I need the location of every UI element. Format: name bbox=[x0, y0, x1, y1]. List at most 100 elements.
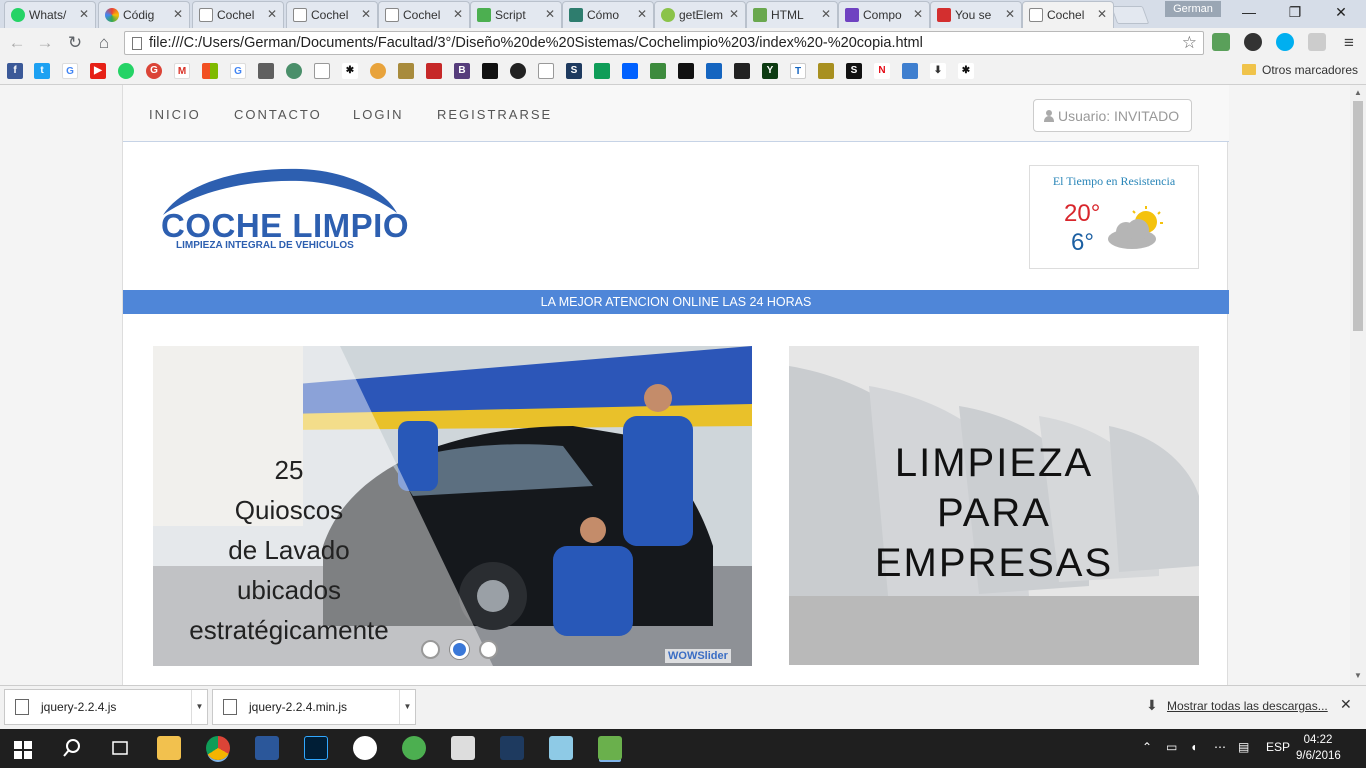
calculator-icon[interactable] bbox=[451, 736, 475, 760]
bookmark-icon[interactable] bbox=[370, 63, 386, 79]
extension-icon[interactable] bbox=[1308, 33, 1326, 51]
chrome-icon[interactable] bbox=[206, 736, 230, 760]
new-tab-button[interactable] bbox=[1110, 6, 1150, 24]
address-bar[interactable]: file:///C:/Users/German/Documents/Facult… bbox=[124, 31, 1204, 55]
network-icon[interactable]: ⋯ bbox=[1214, 740, 1226, 754]
forward-icon[interactable]: → bbox=[34, 33, 56, 53]
close-tab-icon[interactable]: ✕ bbox=[545, 7, 555, 21]
close-tab-icon[interactable]: ✕ bbox=[173, 7, 183, 21]
steam-icon[interactable] bbox=[734, 63, 750, 79]
close-icon[interactable]: ✕ bbox=[1340, 696, 1352, 713]
utorrent-icon[interactable] bbox=[402, 736, 426, 760]
app-icon[interactable] bbox=[549, 736, 573, 760]
instagram-icon[interactable] bbox=[258, 63, 274, 79]
close-tab-icon[interactable]: ✕ bbox=[729, 7, 739, 21]
minimize-icon[interactable]: — bbox=[1234, 4, 1264, 20]
battery-icon[interactable]: ▭ bbox=[1166, 740, 1177, 754]
tab-como[interactable]: Cómo ✕ bbox=[562, 1, 654, 28]
language-indicator[interactable]: ESP bbox=[1266, 740, 1290, 754]
scroll-up-icon[interactable]: ▲ bbox=[1354, 88, 1362, 97]
close-tab-icon[interactable]: ✕ bbox=[1005, 7, 1015, 21]
close-tab-icon[interactable]: ✕ bbox=[361, 7, 371, 21]
github-icon[interactable] bbox=[510, 63, 526, 79]
extension-icon[interactable] bbox=[1244, 33, 1262, 51]
close-tab-icon[interactable]: ✕ bbox=[79, 7, 89, 21]
file-explorer-icon[interactable] bbox=[157, 736, 181, 760]
close-tab-icon[interactable]: ✕ bbox=[821, 7, 831, 21]
google-icon[interactable]: G bbox=[230, 63, 246, 79]
search-icon[interactable] bbox=[60, 736, 84, 760]
whatsapp-icon[interactable] bbox=[118, 63, 134, 79]
nav-registrarse[interactable]: REGISTRARSE bbox=[437, 107, 552, 122]
tab-getelem[interactable]: getElem ✕ bbox=[654, 1, 746, 28]
drive-icon[interactable] bbox=[594, 63, 610, 79]
close-tab-icon[interactable]: ✕ bbox=[913, 7, 923, 21]
notepad-plus-icon[interactable] bbox=[598, 736, 622, 760]
notifications-icon[interactable]: ▤ bbox=[1238, 740, 1249, 754]
bookmark-icon[interactable] bbox=[426, 63, 442, 79]
bootstrap-icon[interactable]: B bbox=[454, 63, 470, 79]
slider-dot-1[interactable] bbox=[421, 640, 440, 659]
nav-inicio[interactable]: INICIO bbox=[149, 107, 201, 122]
chevron-down-icon[interactable]: ▼ bbox=[191, 690, 207, 724]
nav-login[interactable]: LOGIN bbox=[353, 107, 403, 122]
bookmark-icon[interactable]: S bbox=[566, 63, 582, 79]
slider-dot-2[interactable] bbox=[450, 640, 469, 659]
tab-codigo[interactable]: Códig ✕ bbox=[98, 1, 190, 28]
bookmark-icon[interactable] bbox=[398, 63, 414, 79]
bookmark-icon[interactable] bbox=[678, 63, 694, 79]
microsoft-icon[interactable] bbox=[202, 63, 218, 79]
youtube-icon[interactable]: ▶ bbox=[90, 63, 106, 79]
asterisk-icon[interactable]: ✱ bbox=[342, 63, 358, 79]
word-icon[interactable] bbox=[255, 736, 279, 760]
close-tab-icon[interactable]: ✕ bbox=[637, 7, 647, 21]
photoshop-icon[interactable] bbox=[304, 736, 328, 760]
download-icon[interactable]: ⬇ bbox=[930, 63, 946, 79]
tab-whatsapp[interactable]: Whats/✕ bbox=[4, 1, 96, 28]
download-item[interactable]: jquery-2.2.4.js ▼ bbox=[4, 689, 208, 725]
profile-button[interactable]: German bbox=[1165, 1, 1221, 17]
menu-icon[interactable]: ≡ bbox=[1338, 33, 1360, 53]
skype-icon[interactable] bbox=[1276, 33, 1294, 51]
bookmark-star-icon[interactable]: ☆ bbox=[1182, 33, 1197, 53]
user-button[interactable]: Usuario: INVITADO bbox=[1033, 99, 1192, 132]
bookmark-icon[interactable] bbox=[650, 63, 666, 79]
google-icon[interactable]: G bbox=[62, 63, 78, 79]
facebook-icon[interactable]: f bbox=[7, 63, 23, 79]
back-icon[interactable]: ← bbox=[6, 33, 28, 53]
shield-icon[interactable] bbox=[818, 63, 834, 79]
scroll-thumb[interactable] bbox=[1353, 101, 1363, 331]
asterisk-icon[interactable]: ✱ bbox=[958, 63, 974, 79]
google-plus-icon[interactable]: G bbox=[146, 63, 162, 79]
close-tab-icon[interactable]: ✕ bbox=[1097, 7, 1107, 21]
bookmark-icon[interactable] bbox=[482, 63, 498, 79]
reload-icon[interactable]: ↻ bbox=[64, 33, 86, 53]
itunes-icon[interactable] bbox=[353, 736, 377, 760]
volume-icon[interactable]: ◖ bbox=[1190, 740, 1197, 754]
netflix-icon[interactable]: N bbox=[874, 63, 890, 79]
bookmark-icon[interactable] bbox=[286, 63, 302, 79]
page-icon[interactable] bbox=[314, 63, 330, 79]
bookmark-icon[interactable]: S bbox=[846, 63, 862, 79]
empresas-panel[interactable]: LIMPIEZA PARA EMPRESAS bbox=[789, 346, 1199, 665]
chevron-down-icon[interactable]: ▼ bbox=[399, 690, 415, 724]
extension-icon[interactable] bbox=[1212, 33, 1230, 51]
dropbox-icon[interactable] bbox=[622, 63, 638, 79]
tab-cochel-2[interactable]: Cochel ✕ bbox=[286, 1, 378, 28]
weather-widget[interactable]: El Tiempo en Resistencia 20° 6° bbox=[1029, 165, 1199, 269]
close-window-icon[interactable]: ✕ bbox=[1326, 4, 1356, 21]
tab-html[interactable]: HTML ✕ bbox=[746, 1, 838, 28]
chevron-up-icon[interactable]: ⌃ bbox=[1142, 740, 1152, 754]
windows-start-icon[interactable] bbox=[14, 741, 32, 759]
scroll-down-icon[interactable]: ▼ bbox=[1354, 671, 1362, 680]
show-all-downloads-link[interactable]: Mostrar todas las descargas... bbox=[1167, 699, 1328, 713]
page-icon[interactable] bbox=[538, 63, 554, 79]
bookmark-icon[interactable] bbox=[706, 63, 722, 79]
download-item[interactable]: jquery-2.2.4.min.js ▼ bbox=[212, 689, 416, 725]
tab-compo[interactable]: Compo ✕ bbox=[838, 1, 930, 28]
twitter-icon[interactable]: t bbox=[34, 63, 50, 79]
bookmark-icon[interactable]: Y bbox=[762, 63, 778, 79]
tab-youse[interactable]: You se ✕ bbox=[930, 1, 1022, 28]
close-tab-icon[interactable]: ✕ bbox=[453, 7, 463, 21]
other-bookmarks[interactable]: Otros marcadores bbox=[1242, 63, 1358, 77]
